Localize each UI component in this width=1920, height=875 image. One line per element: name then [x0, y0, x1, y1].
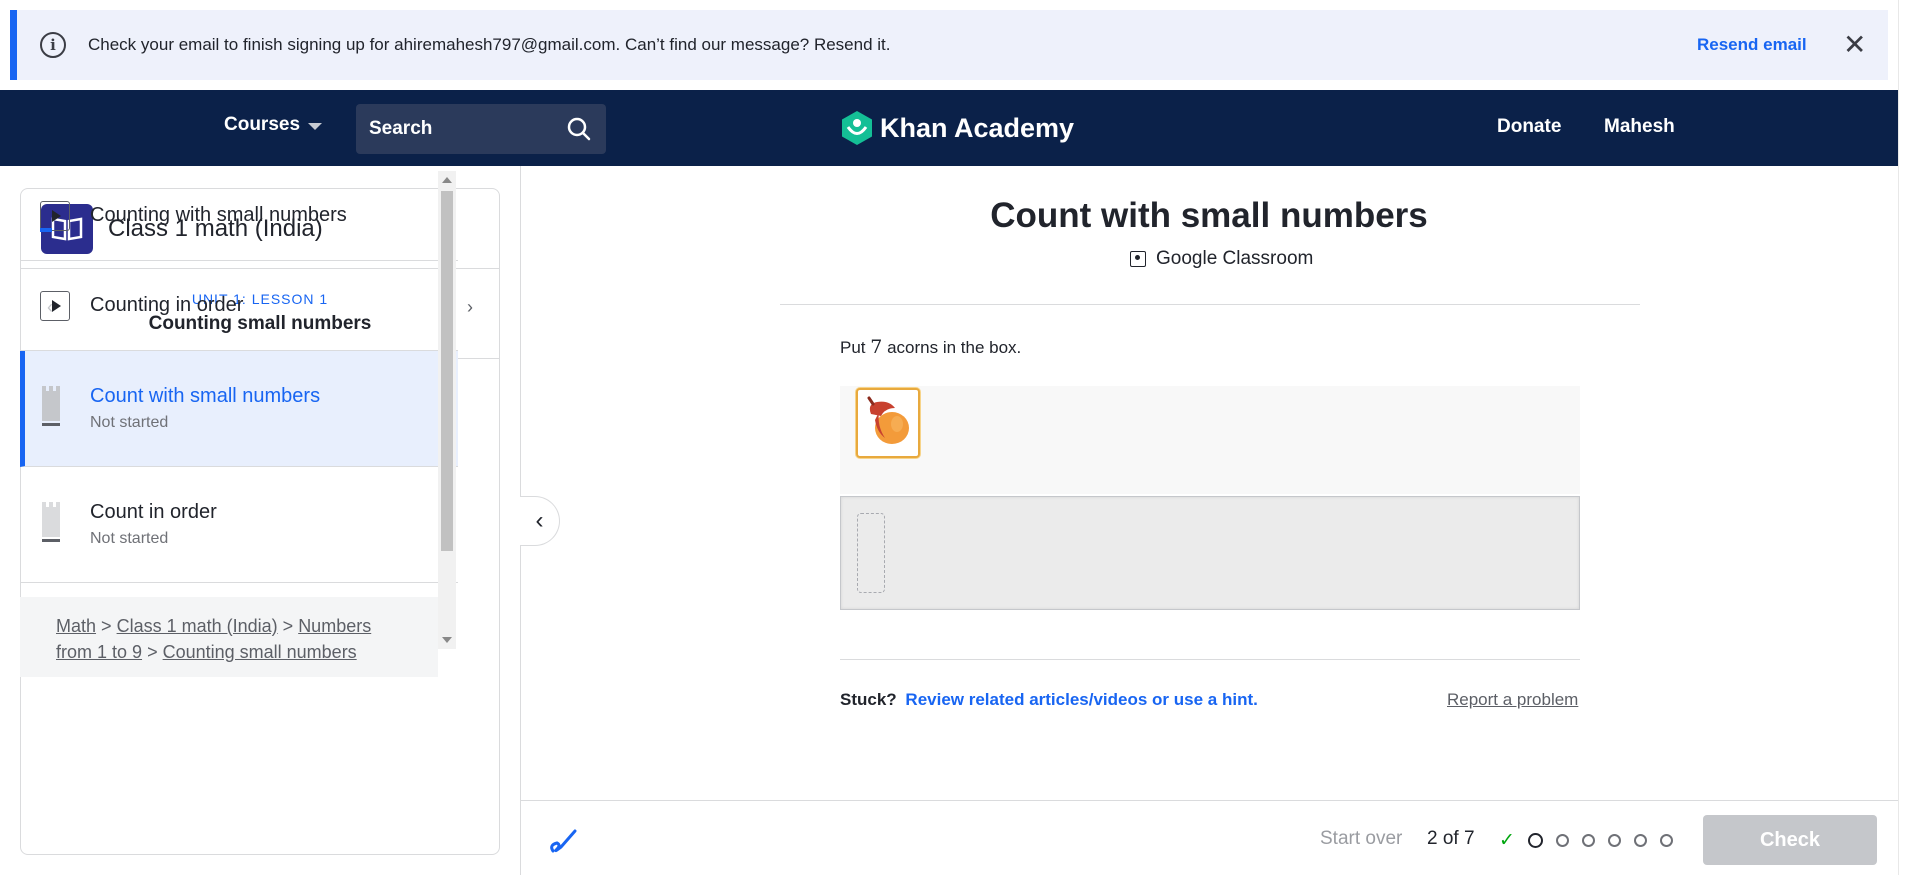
question-prefix: Put [840, 338, 866, 357]
next-lesson-icon[interactable]: › [467, 297, 473, 318]
chevron-left-icon: ‹ [535, 507, 544, 534]
lesson-item-video[interactable]: Counting with small numbers [20, 171, 458, 261]
play-video-icon [40, 290, 70, 321]
courses-menu-button[interactable]: Courses [224, 114, 323, 136]
breadcrumb-separator: > [101, 616, 112, 636]
google-classroom-icon [1130, 251, 1146, 267]
question-text: Put 7 acorns in the box. [840, 336, 1021, 358]
scratchpad-icon[interactable] [547, 823, 581, 862]
start-over-button[interactable]: Start over [1320, 828, 1402, 850]
lesson-item-title: Counting in order [90, 294, 244, 316]
lesson-item-list: Counting with small numbers Counting in … [20, 171, 458, 649]
lesson-item-title: Count with small numbers [90, 385, 321, 407]
window-scrollbar-gutter [1898, 0, 1920, 875]
google-classroom-button[interactable]: Google Classroom [1130, 248, 1313, 270]
exercise-footer: Start over 2 of 7 ✓ Check [521, 800, 1898, 875]
acorn-drop-box[interactable] [840, 496, 1580, 610]
search-input[interactable] [369, 118, 549, 140]
breadcrumb-course[interactable]: Class 1 math (India) [117, 616, 278, 636]
search-box [356, 104, 606, 154]
lesson-item-exercise[interactable]: Count in order Not started [20, 467, 458, 583]
question-number: 7 [870, 336, 883, 358]
breadcrumb-lesson[interactable]: Counting small numbers [163, 642, 357, 662]
breadcrumb-unit-continued[interactable]: from 1 to 9 [56, 642, 142, 662]
info-icon: i [40, 32, 66, 58]
email-verification-banner: i Check your email to finish signing up … [10, 10, 1888, 80]
lesson-item-video[interactable]: Counting in order [20, 261, 458, 351]
lesson-item-status: Not started [90, 414, 169, 431]
scrollbar-thumb[interactable] [441, 191, 453, 551]
stuck-label: Stuck? [840, 690, 897, 709]
drop-slot[interactable] [857, 513, 885, 593]
divider [780, 304, 1640, 305]
lesson-item-title: Counting with small numbers [90, 204, 347, 226]
lesson-item-exercise-active[interactable]: Count with small numbers Not started [20, 351, 458, 467]
courses-label: Courses [224, 114, 301, 135]
scroll-up-icon[interactable] [442, 177, 452, 183]
lesson-item-status: Not started [90, 530, 169, 547]
progress-dot [1659, 834, 1673, 847]
breadcrumb-unit[interactable]: Numbers [298, 616, 371, 636]
progress-count: 2 of 7 [1427, 828, 1475, 849]
stuck-section: Stuck? Review related articles/videos or… [840, 690, 1258, 710]
acorn-icon [867, 396, 909, 444]
exercise-tower-icon [40, 500, 62, 549]
brand-name: Khan Academy [880, 112, 1075, 143]
progress-dots: ✓ [1499, 829, 1673, 852]
resend-email-link[interactable]: Resend email [1697, 35, 1807, 55]
collapse-sidebar-button[interactable]: ‹ [520, 496, 560, 546]
progress-dot [1555, 834, 1569, 847]
progress-dot [1633, 834, 1647, 847]
banner-message: Check your email to finish signing up fo… [88, 35, 891, 54]
top-navigation: Courses Khan Academy Donate Mahesh [0, 90, 1898, 166]
acorn-tray [840, 386, 1580, 494]
progress-dot-current [1527, 833, 1543, 848]
lesson-item-title: Count in order [90, 501, 217, 523]
donate-link[interactable]: Donate [1497, 116, 1561, 138]
breadcrumb-separator: > [147, 642, 158, 662]
completed-check-icon: ✓ [1499, 830, 1515, 851]
exercise-title: Count with small numbers [990, 196, 1428, 235]
breadcrumb: Math > Class 1 math (India) > Numbers fr… [20, 597, 438, 677]
progress-dot [1607, 834, 1621, 847]
sidebar-scrollbar[interactable] [438, 171, 456, 649]
acorn-draggable[interactable] [856, 388, 920, 458]
divider [840, 659, 1580, 660]
check-button[interactable]: Check [1703, 815, 1877, 865]
breadcrumb-separator: > [282, 616, 294, 636]
google-classroom-label: Google Classroom [1156, 248, 1314, 269]
search-icon[interactable] [566, 116, 592, 147]
close-icon[interactable]: ✕ [1843, 31, 1866, 59]
hint-link[interactable]: Review related articles/videos or use a … [905, 690, 1257, 709]
breadcrumb-math[interactable]: Math [56, 616, 96, 636]
user-menu-button[interactable]: Mahesh [1604, 116, 1675, 138]
scroll-down-icon[interactable] [442, 637, 452, 643]
khan-academy-logo[interactable]: Khan Academy [840, 110, 1074, 146]
question-suffix: acorns in the box. [887, 338, 1022, 357]
exercise-tower-icon [40, 384, 62, 433]
report-problem-link[interactable]: Report a problem [1447, 690, 1578, 710]
play-video-icon [40, 200, 70, 232]
progress-dot [1581, 834, 1595, 847]
chevron-down-icon [308, 123, 323, 130]
khan-academy-leaf-icon [842, 111, 872, 145]
